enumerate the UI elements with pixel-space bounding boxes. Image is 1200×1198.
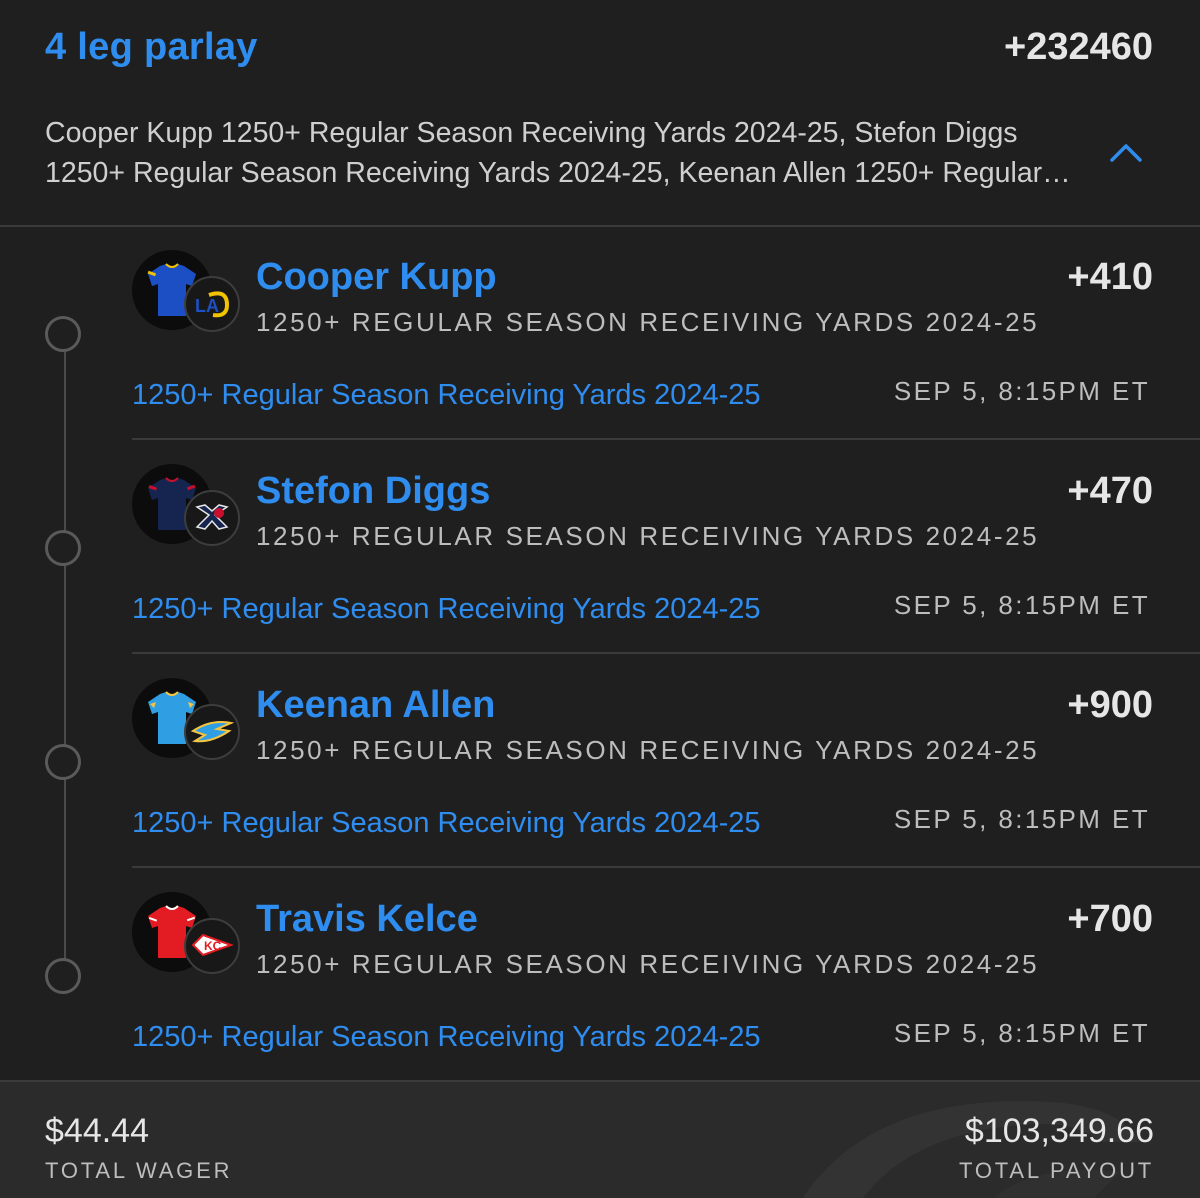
timeline-node-icon — [45, 316, 81, 352]
market-link[interactable]: 1250+ Regular Season Receiving Yards 202… — [132, 593, 761, 626]
timeline-node-icon — [45, 744, 81, 780]
leg-odds: +700 — [1067, 898, 1153, 940]
svg-text:KC: KC — [204, 939, 222, 953]
chargers-logo-icon — [184, 704, 240, 760]
leg-divider — [132, 652, 1200, 654]
total-payout-amount: $103,349.66 — [964, 1112, 1154, 1150]
market-link[interactable]: 1250+ Regular Season Receiving Yards 202… — [132, 807, 761, 840]
player-name[interactable]: Keenan Allen — [256, 684, 495, 727]
player-name[interactable]: Cooper Kupp — [256, 256, 497, 299]
chevron-up-icon[interactable] — [1104, 136, 1148, 166]
parlay-leg[interactable]: KC Travis Kelce +700 1250+ REGULAR SEASO… — [0, 869, 1200, 1083]
leg-divider — [132, 866, 1200, 868]
timeline-node-icon — [45, 530, 81, 566]
leg-market: 1250+ REGULAR SEASON RECEIVING YARDS 202… — [256, 307, 1040, 337]
rams-logo-icon: LA — [184, 276, 240, 332]
parlay-title: 4 leg parlay — [45, 26, 258, 68]
leg-market: 1250+ REGULAR SEASON RECEIVING YARDS 202… — [256, 949, 1040, 979]
game-time: SEP 5, 8:15PM ET — [893, 590, 1150, 620]
game-time: SEP 5, 8:15PM ET — [893, 1018, 1150, 1048]
parlay-header[interactable]: 4 leg parlay +232460 Cooper Kupp 1250+ R… — [0, 0, 1200, 227]
svg-text:LA: LA — [195, 296, 219, 316]
game-time: SEP 5, 8:15PM ET — [893, 804, 1150, 834]
player-name[interactable]: Stefon Diggs — [256, 470, 490, 513]
market-link[interactable]: 1250+ Regular Season Receiving Yards 202… — [132, 379, 761, 412]
market-link[interactable]: 1250+ Regular Season Receiving Yards 202… — [132, 1021, 761, 1054]
parlay-total-odds: +232460 — [1004, 26, 1153, 68]
bet-footer: $44.44 TOTAL WAGER $103,349.66 TOTAL PAY… — [0, 1080, 1200, 1198]
total-payout-label: TOTAL PAYOUT — [959, 1158, 1154, 1183]
timeline-node-icon — [45, 958, 81, 994]
chiefs-logo-icon: KC — [184, 918, 240, 974]
leg-odds: +470 — [1067, 470, 1153, 512]
total-wager-label: TOTAL WAGER — [45, 1158, 233, 1183]
leg-divider — [132, 438, 1200, 440]
total-wager-amount: $44.44 — [45, 1112, 149, 1150]
parlay-leg[interactable]: Stefon Diggs +470 1250+ REGULAR SEASON R… — [0, 441, 1200, 655]
leg-market: 1250+ REGULAR SEASON RECEIVING YARDS 202… — [256, 735, 1040, 765]
player-name[interactable]: Travis Kelce — [256, 898, 478, 941]
leg-odds: +900 — [1067, 684, 1153, 726]
game-time: SEP 5, 8:15PM ET — [893, 376, 1150, 406]
leg-odds: +410 — [1067, 256, 1153, 298]
parlay-summary: Cooper Kupp 1250+ Regular Season Receivi… — [45, 117, 1043, 189]
texans-logo-icon — [184, 490, 240, 546]
parlay-leg[interactable]: Keenan Allen +900 1250+ REGULAR SEASON R… — [0, 655, 1200, 869]
leg-market: 1250+ REGULAR SEASON RECEIVING YARDS 202… — [256, 521, 1040, 551]
parlay-leg[interactable]: LA Cooper Kupp +410 1250+ REGULAR SEASON… — [0, 227, 1200, 441]
